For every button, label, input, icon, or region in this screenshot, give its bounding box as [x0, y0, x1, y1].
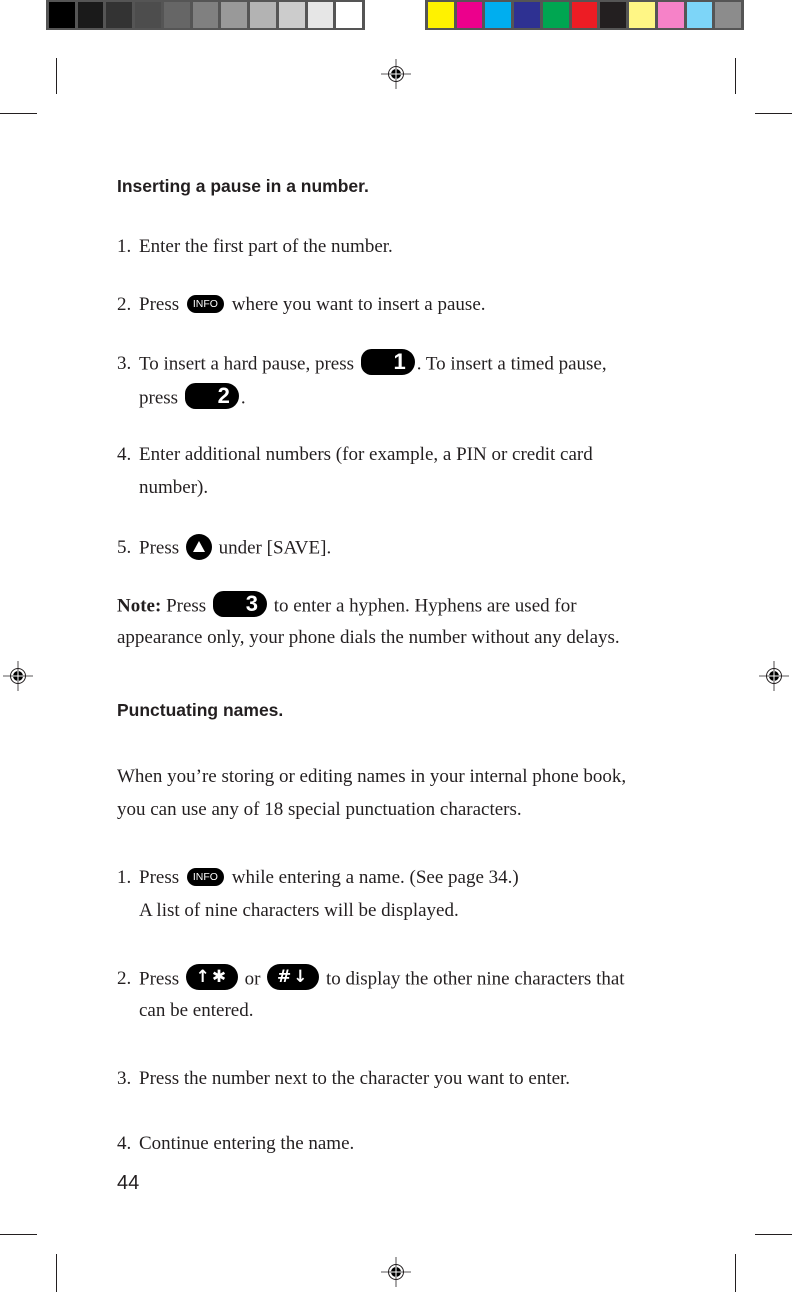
crop-mark-top-left-vertical	[56, 58, 57, 94]
step-number: 2.	[117, 294, 132, 315]
grayscale-swatch	[336, 2, 363, 28]
step-text: Continue entering the name.	[139, 1133, 355, 1154]
punct-step-1-continued: A list of nine characters will be displa…	[139, 900, 459, 921]
crop-mark-top-right-horizontal	[755, 113, 792, 114]
registration-mark-icon	[381, 1257, 411, 1287]
step-2: 2. Press INFO where you want to insert a …	[117, 294, 486, 316]
grayscale-swatch	[49, 2, 75, 28]
step-text: Enter the first part of the number.	[139, 236, 393, 257]
crop-mark-bottom-right-vertical	[735, 1254, 736, 1292]
process-color-bar	[425, 0, 744, 30]
grayscale-swatch	[221, 2, 248, 28]
punct-step-3: 3. Press the number next to the character…	[117, 1068, 570, 1090]
key-1-icon: 1	[360, 349, 415, 375]
grayscale-swatch	[163, 2, 190, 28]
step-number: 4.	[117, 1133, 132, 1154]
punct-step-1: 1. Press INFO while entering a name. (See…	[117, 867, 519, 889]
step-5: 5. Press under [SAVE].	[117, 534, 332, 562]
step-number: 1.	[117, 867, 132, 888]
intro-line-1: When you’re storing or editing names in …	[117, 766, 627, 787]
step-number: 4.	[117, 444, 132, 465]
grayscale-swatch	[307, 2, 334, 28]
registration-mark-icon	[3, 661, 33, 691]
grayscale-swatch	[106, 2, 133, 28]
crop-mark-top-right-vertical	[735, 58, 736, 94]
punct-step-2: 2. Press ↑✱ or #↓ to display the other ni…	[117, 964, 625, 993]
step-text: Press	[139, 867, 180, 888]
page-number: 44	[117, 1172, 140, 1194]
step-text: . To insert a timed pause,	[416, 353, 607, 375]
note-label: Note:	[117, 595, 162, 617]
step-text: while entering a name. (See page 34.)	[231, 867, 519, 888]
process-color-swatch	[715, 2, 742, 28]
punct-step-2-continued: can be entered.	[139, 1000, 254, 1021]
note: Note: Press 3 to enter a hyphen. Hyphens…	[117, 591, 577, 620]
step-1: 1. Enter the first part of the number.	[117, 236, 393, 258]
step-number: 5.	[117, 537, 132, 559]
intro-line-2: you can use any of 18 special punctuatio…	[117, 799, 522, 820]
note-text: Press	[166, 595, 207, 617]
process-color-swatch	[428, 2, 454, 28]
registration-mark-icon	[759, 661, 789, 691]
step-text: Press	[139, 968, 180, 990]
process-color-swatch	[542, 2, 569, 28]
up-softkey-icon	[185, 534, 212, 560]
crop-mark-bottom-left-vertical	[56, 1254, 57, 1292]
process-color-swatch	[629, 2, 655, 28]
step-text: .	[240, 387, 246, 409]
registration-mark-icon	[381, 59, 411, 89]
process-color-swatch	[657, 2, 684, 28]
grayscale-swatch	[192, 2, 219, 28]
step-text: to display the other nine characters tha…	[325, 968, 625, 990]
crop-mark-bottom-right-horizontal	[755, 1234, 792, 1235]
step-number: 1.	[117, 236, 132, 257]
process-color-swatch	[686, 2, 713, 28]
key-3-icon: 3	[212, 591, 267, 617]
process-color-swatch	[571, 2, 598, 28]
grayscale-swatch	[77, 2, 104, 28]
note-text: to enter a hyphen. Hyphens are used for	[273, 595, 577, 617]
step-text: under [SAVE].	[218, 537, 332, 559]
step-text: press	[139, 387, 179, 409]
step-3-continued: press 2.	[139, 383, 246, 412]
pound-key-icon: #↓	[267, 964, 320, 990]
step-3: 3. To insert a hard pause, press 1. To in…	[117, 349, 607, 378]
grayscale-swatch	[278, 2, 305, 28]
section-heading-pause: Inserting a pause in a number.	[117, 176, 369, 196]
process-color-swatch	[514, 2, 540, 28]
process-color-swatch	[485, 2, 512, 28]
step-text: To insert a hard pause, press	[139, 353, 354, 375]
grayscale-swatch	[135, 2, 161, 28]
grayscale-swatch	[250, 2, 276, 28]
step-text: Enter additional numbers (for example, a…	[139, 444, 593, 465]
step-4-continued: number).	[139, 477, 209, 498]
key-2-icon: 2	[184, 383, 239, 409]
star-key-icon: ↑✱	[185, 964, 238, 990]
step-number: 3.	[117, 353, 132, 375]
info-key-icon: INFO	[186, 867, 224, 886]
step-4: 4. Enter additional numbers (for example,…	[117, 444, 593, 466]
punct-step-4: 4. Continue entering the name.	[117, 1133, 354, 1155]
info-key-icon: INFO	[186, 294, 224, 313]
process-color-swatch	[456, 2, 483, 28]
step-text: Press the number next to the character y…	[139, 1068, 571, 1089]
step-number: 3.	[117, 1068, 132, 1089]
crop-mark-top-left-horizontal	[0, 113, 37, 114]
step-text: where you want to insert a pause.	[231, 294, 486, 315]
step-text: or	[244, 968, 261, 990]
step-text: Press	[139, 294, 180, 315]
grayscale-color-bar	[46, 0, 365, 30]
step-text: Press	[139, 537, 180, 559]
process-color-swatch	[600, 2, 627, 28]
crop-mark-bottom-left-horizontal	[0, 1234, 37, 1235]
section-heading-punctuating: Punctuating names.	[117, 700, 284, 720]
note-continued: appearance only, your phone dials the nu…	[117, 627, 620, 648]
step-number: 2.	[117, 968, 132, 990]
